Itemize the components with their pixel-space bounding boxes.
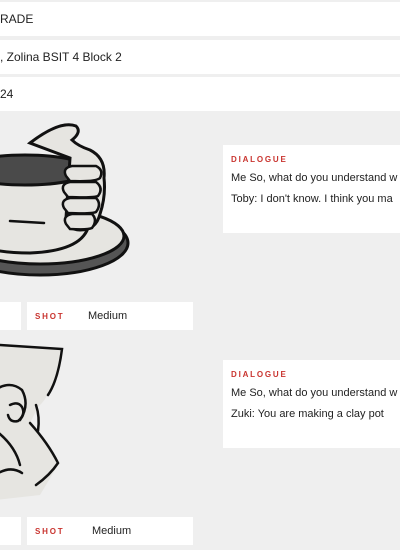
- grade-field[interactable]: RADE: [0, 2, 400, 36]
- dialogue-label: DIALOGUE: [231, 155, 288, 164]
- panel-2-left-field[interactable]: [0, 517, 21, 545]
- panel-2-illustration: [0, 335, 200, 510]
- shot-box-2[interactable]: SHOT Medium: [27, 517, 193, 545]
- panel-1-illustration: [0, 118, 200, 298]
- dialogue-box-2: DIALOGUE Me So, what do you understand w…: [223, 360, 400, 448]
- student-names-field[interactable]: , Zolina BSIT 4 Block 2: [0, 40, 400, 74]
- date-field[interactable]: 24: [0, 77, 400, 111]
- dialogue-line: Zuki: You are making a clay pot: [231, 408, 384, 420]
- shot-label: SHOT: [35, 527, 65, 536]
- panel-1-left-field[interactable]: [0, 302, 21, 330]
- dialogue-line: Toby: I don't know. I think you ma: [231, 193, 393, 205]
- dialogue-box-1: DIALOGUE Me So, what do you understand w…: [223, 145, 400, 233]
- shot-value: Medium: [92, 525, 132, 537]
- dialogue-line: Me So, what do you understand w: [231, 387, 398, 399]
- shot-box-1[interactable]: SHOT Medium: [27, 302, 193, 330]
- dialogue-line: Me So, what do you understand w: [231, 172, 398, 184]
- dialogue-label: DIALOGUE: [231, 370, 288, 379]
- shot-value: Medium: [88, 310, 128, 322]
- shot-label: SHOT: [35, 312, 65, 321]
